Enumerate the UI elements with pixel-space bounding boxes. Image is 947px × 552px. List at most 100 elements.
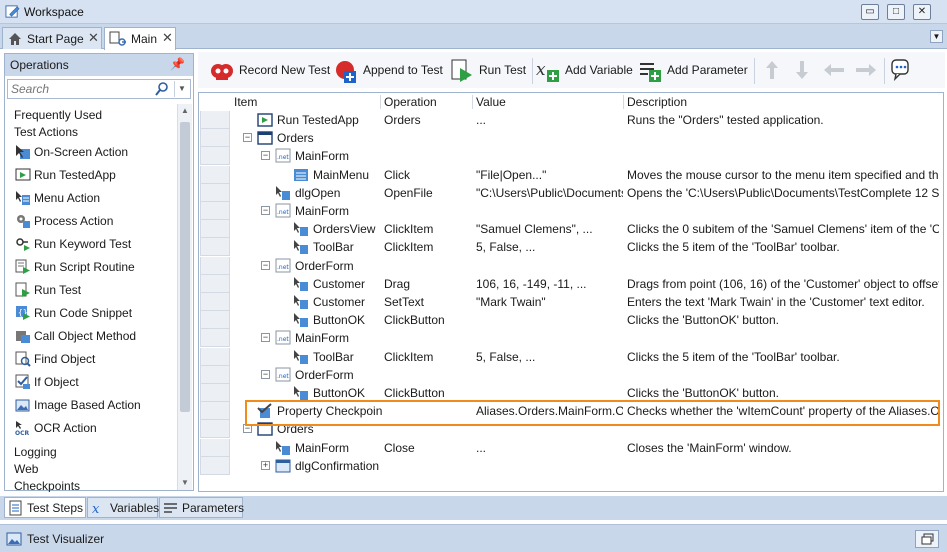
category-logging[interactable]: Logging — [14, 445, 57, 462]
test-visualizer-label: Test Visualizer — [27, 532, 105, 546]
cell-item: OrdersView — [313, 222, 376, 237]
move-up-icon[interactable] — [760, 58, 784, 82]
table-row[interactable]: ToolBar ClickItem 5, False, ... Clicks the … — [231, 348, 943, 366]
row-header[interactable] — [200, 202, 230, 220]
maximize-button[interactable]: □ — [887, 4, 905, 20]
row-header[interactable] — [200, 111, 230, 129]
column-header-operation[interactable]: Operation — [384, 95, 437, 111]
tab-start-page[interactable]: Start Page ✕ — [2, 27, 102, 49]
row-header[interactable] — [200, 274, 230, 293]
table-row[interactable]: + dlgConfirmation — [231, 457, 943, 475]
table-row[interactable]: MainMenu Click "File|Open..." Moves the mou… — [231, 166, 943, 184]
add-variable-button[interactable]: x Add Variable — [536, 57, 633, 85]
control-icon — [294, 386, 308, 400]
operations-scrollbar[interactable]: ▲ ▼ — [177, 104, 192, 490]
cell-description: Clicks the 'ButtonOK' button. — [627, 386, 779, 400]
restore-down-icon: ▭ — [865, 6, 875, 17]
scrollbar-thumb[interactable] — [180, 122, 190, 412]
table-row[interactable]: Run TestedApp Orders... Runs the "Orders" … — [231, 111, 943, 129]
restore-panel-button[interactable] — [915, 530, 939, 548]
category-test-actions[interactable]: Test Actions — [14, 125, 78, 142]
row-header[interactable] — [200, 438, 230, 457]
table-row[interactable]: MainForm Close... Closes the 'MainForm' wi… — [231, 439, 943, 457]
row-header[interactable] — [200, 456, 230, 475]
table-row[interactable]: − .net OrderForm — [231, 257, 943, 275]
collapse-toggle[interactable]: − — [261, 151, 270, 161]
table-row[interactable]: dlgOpen OpenFile "C:\Users\Public\Document… — [231, 184, 943, 202]
table-row[interactable]: Customer Drag 106, 16, -149, -11, ... Drags… — [231, 275, 943, 293]
row-header[interactable] — [200, 365, 230, 384]
restore-down-button[interactable]: ▭ — [861, 4, 879, 20]
row-header[interactable] — [200, 311, 230, 330]
search-dropdown[interactable]: ▼ — [174, 81, 189, 97]
column-header-item[interactable]: Item — [234, 95, 257, 111]
table-row[interactable]: − .net MainForm — [231, 147, 943, 165]
column-header-value[interactable]: Value — [476, 95, 506, 111]
row-header[interactable] — [200, 293, 230, 311]
append-to-test-button[interactable]: Append to Test — [334, 57, 444, 85]
ocr-action-icon: OCR — [15, 421, 30, 436]
move-right-icon[interactable] — [854, 58, 878, 82]
cell-item: ButtonOK — [313, 386, 366, 400]
cell-description: Enters the text 'Mark Twain' in the 'Cus… — [627, 295, 925, 309]
close-tab-icon[interactable]: ✕ — [162, 30, 173, 46]
run-test-button[interactable]: Run Test — [450, 57, 526, 85]
scroll-down-icon[interactable]: ▼ — [178, 476, 192, 490]
tab-list-dropdown[interactable]: ▼ — [930, 30, 943, 43]
pin-icon[interactable]: 📌 — [170, 57, 185, 71]
scroll-up-icon[interactable]: ▲ — [178, 104, 192, 118]
row-header[interactable] — [200, 384, 230, 402]
row-header[interactable] — [200, 147, 230, 166]
row-header[interactable] — [200, 129, 230, 148]
table-row[interactable]: ToolBar ClickItem 5, False, ... Clicks the … — [231, 238, 943, 256]
list-item-label: Call Object Method — [34, 329, 137, 343]
search-icon[interactable] — [154, 81, 170, 97]
table-row[interactable]: − .net MainForm — [231, 329, 943, 347]
tab-test-steps[interactable]: Test Steps — [4, 497, 86, 518]
category-web[interactable]: Web — [14, 462, 38, 479]
test-visualizer-bar[interactable]: Test Visualizer — [0, 524, 947, 552]
cell-item: MainMenu — [313, 167, 370, 182]
comment-icon[interactable] — [890, 58, 914, 82]
table-row[interactable]: − .net OrderForm — [231, 366, 943, 384]
tab-main[interactable]: Main ✕ — [104, 27, 176, 50]
table-row[interactable]: − Orders — [231, 129, 943, 147]
table-row[interactable]: Customer SetText "Mark Twain" Enters the te… — [231, 293, 943, 311]
net-badge: .net — [277, 373, 289, 380]
search-input[interactable] — [11, 82, 161, 96]
close-button[interactable]: ✕ — [913, 4, 931, 20]
collapse-toggle[interactable]: − — [243, 133, 252, 143]
row-header[interactable] — [200, 256, 230, 275]
column-header-description[interactable]: Description — [627, 95, 687, 111]
record-new-test-button[interactable]: Record New Test — [210, 57, 330, 85]
operations-title: Operations — [10, 58, 69, 72]
move-left-icon[interactable] — [822, 58, 846, 82]
cell-operation: ClickItem — [384, 222, 434, 237]
row-header[interactable] — [200, 183, 230, 202]
cell-description: Runs the "Orders" tested application. — [627, 113, 824, 127]
row-header[interactable] — [200, 220, 230, 239]
row-header[interactable] — [200, 165, 230, 184]
row-header[interactable] — [200, 238, 230, 257]
table-row[interactable]: ButtonOK ClickButton Clicks the 'ButtonOK'… — [231, 311, 943, 329]
category-checkpoints[interactable]: Checkpoints — [14, 479, 80, 492]
expand-toggle[interactable]: + — [261, 460, 270, 470]
row-header[interactable] — [200, 420, 230, 439]
add-parameter-button[interactable]: Add Parameter — [638, 57, 750, 85]
table-row[interactable]: − .net MainForm — [231, 202, 943, 220]
tab-parameters[interactable]: Parameters — [159, 497, 244, 518]
cell-item: MainForm — [295, 149, 350, 164]
row-header[interactable] — [200, 329, 230, 348]
operations-list: Frequently Used Test Actions On-Screen A… — [5, 104, 177, 492]
move-down-icon[interactable] — [790, 58, 814, 82]
row-header[interactable] — [200, 402, 230, 421]
row-header[interactable] — [200, 347, 230, 366]
category-frequently-used[interactable]: Frequently Used — [14, 108, 102, 125]
tab-variables[interactable]: x Variables — [87, 497, 159, 518]
collapse-toggle[interactable]: − — [261, 333, 270, 343]
table-row[interactable]: OrdersView ClickItem "Samuel Clemens", ...… — [231, 220, 943, 238]
collapse-toggle[interactable]: − — [261, 260, 270, 270]
collapse-toggle[interactable]: − — [261, 369, 270, 379]
collapse-toggle[interactable]: − — [261, 206, 270, 215]
close-tab-icon[interactable]: ✕ — [88, 30, 99, 46]
